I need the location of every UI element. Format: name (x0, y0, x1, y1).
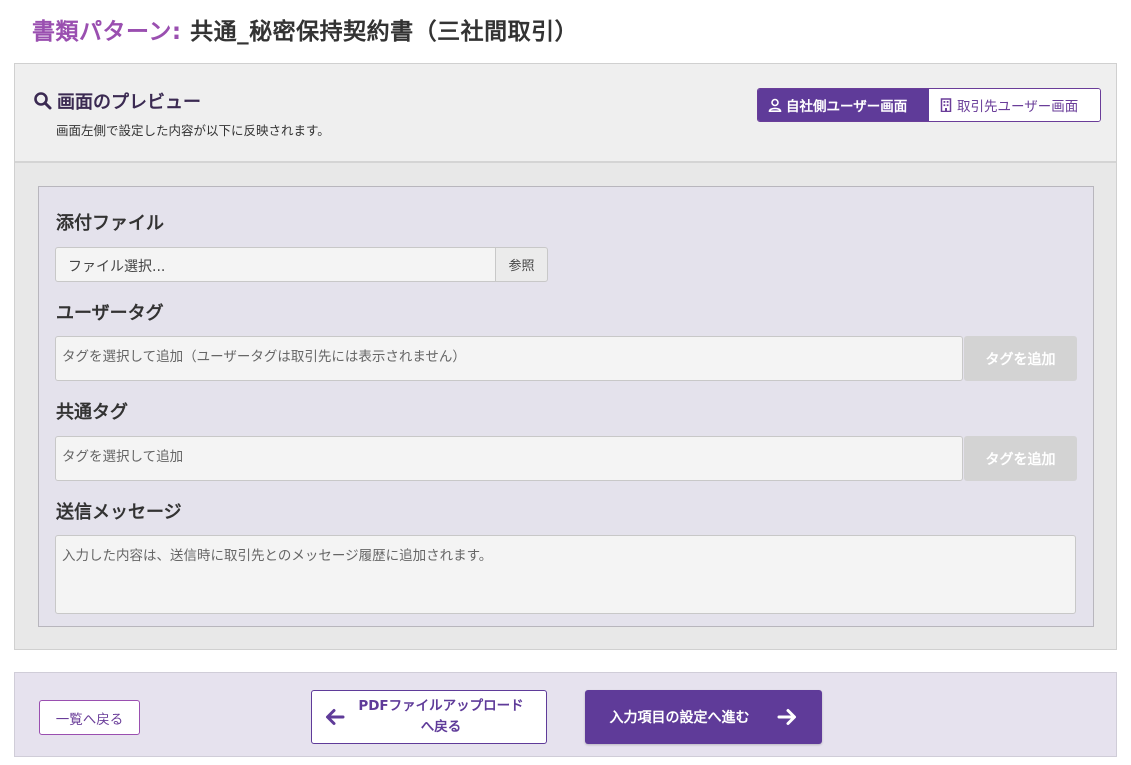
next-to-field-settings-button[interactable]: 入力項目の設定へ進む (585, 690, 822, 744)
file-select-input[interactable]: ファイル選択... (55, 247, 496, 282)
search-icon (34, 92, 52, 110)
common-tags-add-button[interactable]: タグを追加 (964, 436, 1077, 481)
arrow-left-icon (326, 709, 345, 725)
partner-screen-toggle[interactable]: 取引先ユーザー画面 (929, 89, 1100, 121)
message-label: 送信メッセージ (56, 502, 182, 523)
back-to-pdf-upload-label: PDFファイルアップロード へ戻る (346, 696, 546, 738)
message-textarea[interactable]: 入力した内容は、送信時に取引先とのメッセージ履歴に追加されます。 (55, 535, 1076, 614)
attachment-label: 添付ファイル (56, 213, 164, 234)
preview-form: 添付ファイル ファイル選択... 参照 ユーザータグ タグを選択して追加（ユーザ… (38, 186, 1094, 627)
page-title: 書類パターン: 共通_秘密保持契約書（三社間取引） (32, 12, 578, 46)
preview-subtitle: 画面左側で設定した内容が以下に反映されます。 (56, 123, 330, 138)
browse-button[interactable]: 参照 (495, 247, 548, 282)
back-to-pdf-upload-line1: PDFファイルアップロード (358, 698, 524, 714)
user-tags-label: ユーザータグ (56, 303, 164, 324)
back-to-list-button[interactable]: 一覧へ戻る (39, 700, 140, 735)
arrow-right-icon (777, 709, 796, 725)
own-screen-toggle[interactable]: 自社側ユーザー画面 (758, 89, 929, 121)
common-tags-input[interactable]: タグを選択して追加 (55, 436, 963, 481)
preview-title: 画面のプレビュー (33, 88, 201, 114)
own-screen-label: 自社側ユーザー画面 (786, 99, 908, 115)
user-tags-add-button[interactable]: タグを追加 (964, 336, 1077, 381)
preview-header: 画面のプレビュー 画面左側で設定した内容が以下に反映されます。 自社側ユーザー画… (15, 64, 1116, 163)
back-to-pdf-upload-button[interactable]: PDFファイルアップロード へ戻る (311, 690, 547, 744)
screen-toggle-group: 自社側ユーザー画面 取引先ユーザー画面 (757, 88, 1101, 122)
footer-bar: 一覧へ戻る PDFファイルアップロード へ戻る 入力項目の設定へ進む (14, 672, 1117, 757)
page-title-prefix: 書類パターン: (32, 19, 182, 45)
preview-panel: 画面のプレビュー 画面左側で設定した内容が以下に反映されます。 自社側ユーザー画… (14, 63, 1117, 650)
user-tags-input[interactable]: タグを選択して追加（ユーザータグは取引先には表示されません） (55, 336, 963, 381)
building-icon (940, 98, 952, 112)
back-to-pdf-upload-line2: へ戻る (420, 719, 462, 735)
preview-title-text: 画面のプレビュー (57, 92, 201, 113)
user-icon (768, 98, 782, 112)
next-to-field-settings-label: 入力項目の設定へ進む (609, 710, 750, 726)
page-title-main: 共通_秘密保持契約書（三社間取引） (181, 19, 579, 45)
partner-screen-label: 取引先ユーザー画面 (957, 99, 1079, 115)
common-tags-label: 共通タグ (56, 402, 128, 423)
